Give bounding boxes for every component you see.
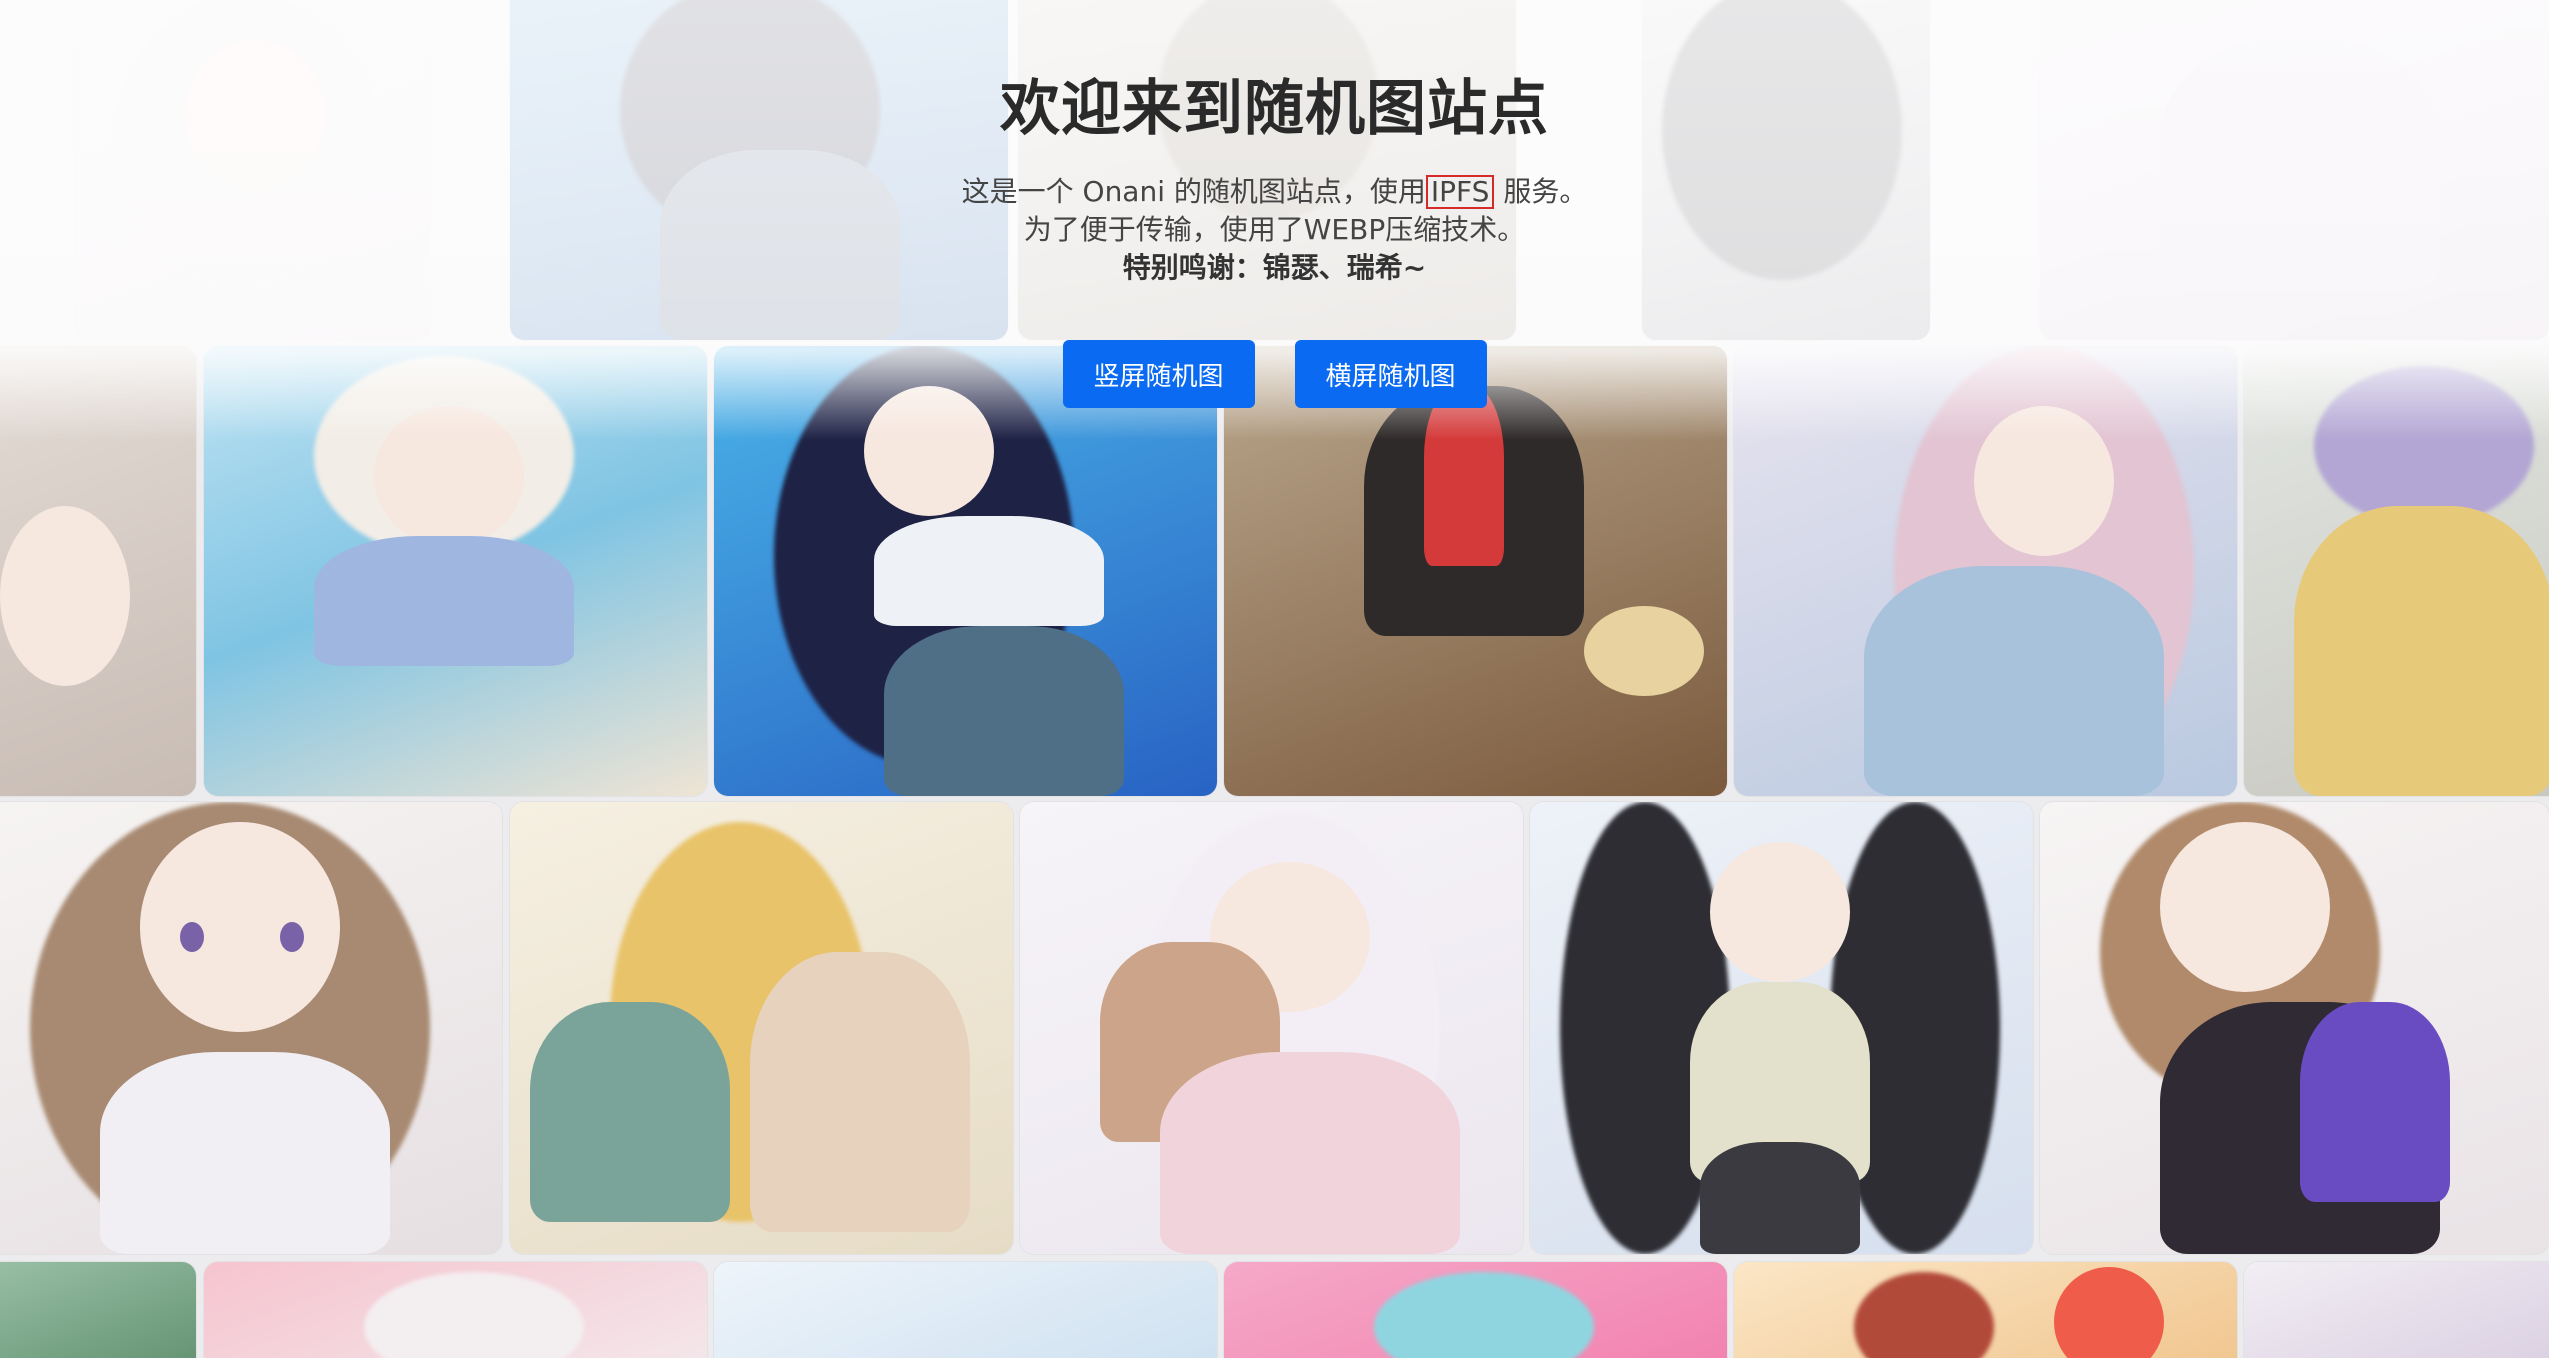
intro-line-2: 为了便于传输，使用了WEBP压缩技术。	[1023, 213, 1526, 246]
portrait-random-button[interactable]: 竖屏随机图	[1062, 340, 1255, 408]
gallery-image[interactable]	[714, 1262, 1217, 1358]
gallery-image[interactable]	[0, 1262, 196, 1358]
intro-line-1: 这是一个 Onani 的随机图站点，使用 IPFS 服务。	[0, 173, 2549, 211]
intro-suffix: 服务。	[1503, 175, 1588, 208]
gallery-image[interactable]	[2040, 802, 2549, 1254]
gallery-image[interactable]	[1224, 1262, 1727, 1358]
thanks-line: 特别鸣谢：锦瑟、瑞希~	[1122, 251, 1427, 284]
intro-text: 这是一个 Onani 的随机图站点，使用 IPFS 服务。 为了便于传输，使用了W…	[0, 173, 2549, 287]
gallery-image[interactable]	[1020, 802, 1523, 1254]
gallery-image[interactable]	[204, 1262, 707, 1358]
random-buttons: 竖屏随机图 横屏随机图	[0, 340, 2549, 408]
gallery-image[interactable]	[1530, 802, 2033, 1254]
gallery-image[interactable]	[510, 802, 1013, 1254]
page-title: 欢迎来到随机图站点	[1000, 74, 1549, 144]
gallery-image[interactable]	[0, 802, 502, 1254]
gallery-image[interactable]	[1734, 1262, 2237, 1358]
gallery-image[interactable]	[2244, 1262, 2549, 1358]
site-header: 欢迎来到随机图站点 这是一个 Onani 的随机图站点，使用 IPFS 服务。 为…	[0, 60, 2549, 287]
landscape-random-button[interactable]: 横屏随机图	[1294, 340, 1487, 408]
ipfs-highlight: IPFS	[1425, 175, 1495, 209]
intro-prefix: 这是一个 Onani 的随机图站点，使用	[961, 175, 1426, 208]
